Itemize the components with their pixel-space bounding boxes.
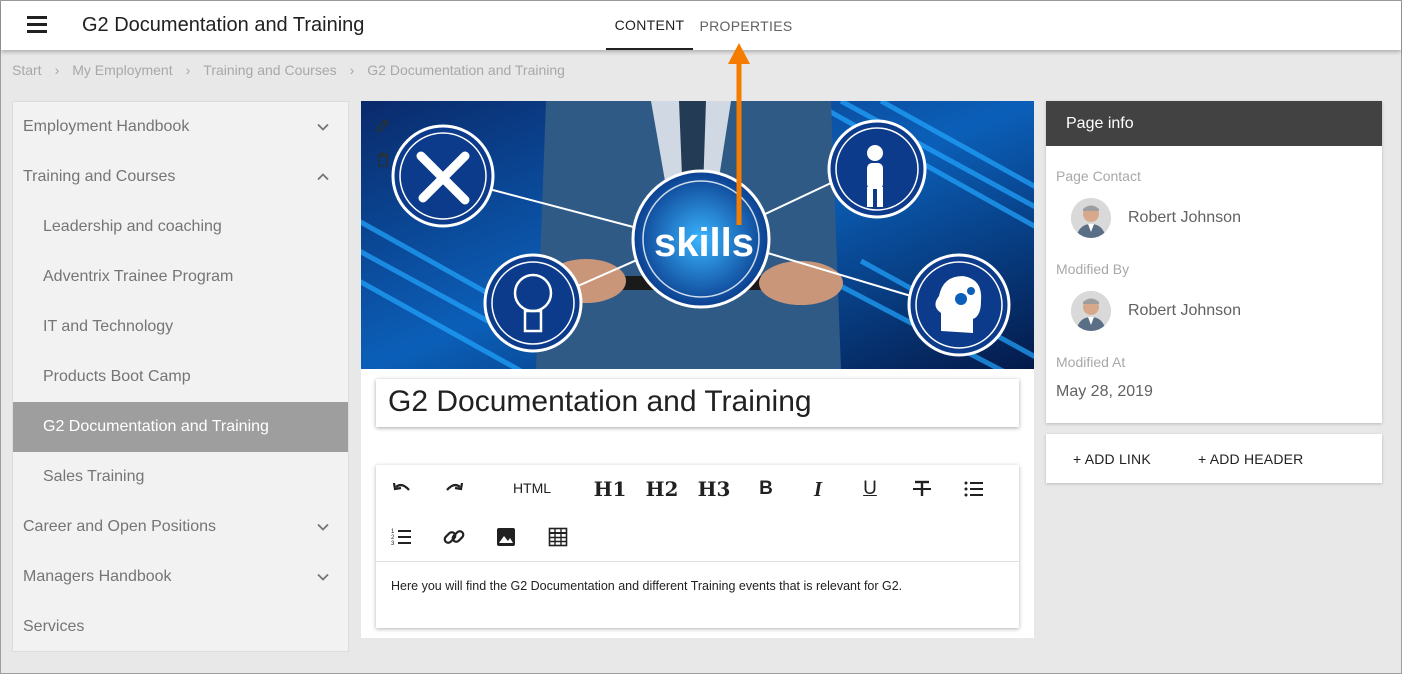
undo-button[interactable] <box>386 474 418 504</box>
heading3-button[interactable]: H3 <box>698 474 731 504</box>
breadcrumb: Start › My Employment › Training and Cou… <box>12 62 565 78</box>
annotation-arrow-icon <box>728 43 750 225</box>
modified-at-label: Modified At <box>1056 354 1126 370</box>
modified-at-value: May 28, 2019 <box>1056 383 1153 400</box>
bullet-list-button[interactable] <box>958 474 990 504</box>
sidebar-item-training-and-courses[interactable]: Training and Courses <box>13 152 348 202</box>
modified-by-name[interactable]: Robert Johnson <box>1128 302 1241 320</box>
page-contact-label: Page Contact <box>1056 168 1141 184</box>
breadcrumb-separator: › <box>54 62 60 78</box>
link-button[interactable] <box>438 522 470 552</box>
sidebar-item-label: Services <box>23 618 85 635</box>
bold-button[interactable]: B <box>750 474 782 504</box>
page-title-field[interactable]: G2 Documentation and Training <box>376 379 1019 427</box>
breadcrumb-item-current: G2 Documentation and Training <box>367 62 565 78</box>
breadcrumb-separator: › <box>185 62 191 78</box>
underline-button[interactable]: U <box>854 474 886 504</box>
edit-icon[interactable] <box>375 117 391 133</box>
sidebar-item-products-boot-camp[interactable]: Products Boot Camp <box>13 352 348 402</box>
avatar <box>1071 198 1111 238</box>
undo-icon <box>392 482 410 491</box>
redo-icon <box>446 482 464 491</box>
bullet-list-icon <box>964 481 983 497</box>
table-button[interactable] <box>542 522 574 552</box>
rich-text-editor: HTML H1 H2 H3 B I U 123 Here you will fi… <box>376 465 1019 628</box>
page-info-panel: Page info Page Contact Robert Johnson Mo… <box>1046 101 1382 423</box>
sidebar-item-label: Training and Courses <box>23 168 176 185</box>
person-photo-icon <box>1071 291 1111 331</box>
sidebar-item-sales-training[interactable]: Sales Training <box>13 452 348 502</box>
redo-button[interactable] <box>438 474 470 504</box>
sidebar-item-label: Managers Handbook <box>23 568 172 585</box>
sidebar-item-label: Career and Open Positions <box>23 518 216 535</box>
svg-text:3: 3 <box>391 541 395 547</box>
app-title: G2 Documentation and Training <box>82 14 365 36</box>
heading1-button[interactable]: H1 <box>594 474 627 504</box>
add-link-button[interactable]: + ADD LINK <box>1073 451 1151 467</box>
person-photo-icon <box>1071 198 1111 238</box>
avatar <box>1071 291 1111 331</box>
modified-by-label: Modified By <box>1056 261 1130 277</box>
sidebar-item-label: Leadership and coaching <box>43 218 222 235</box>
chevron-up-icon[interactable] <box>316 170 330 184</box>
sidebar-item-career-and-open-positions[interactable]: Career and Open Positions <box>13 502 348 552</box>
breadcrumb-separator: › <box>349 62 355 78</box>
breadcrumb-item-start[interactable]: Start <box>12 62 42 78</box>
sidebar-item-services[interactable]: Services <box>13 602 348 652</box>
sidebar-item-label: IT and Technology <box>43 318 174 335</box>
sidebar-item-employment-handbook[interactable]: Employment Handbook <box>13 102 348 152</box>
sidebar-item-leadership-and-coaching[interactable]: Leadership and coaching <box>13 202 348 252</box>
sidebar-item-label: Sales Training <box>43 468 145 485</box>
image-button[interactable] <box>490 522 522 552</box>
sidebar-item-g2-documentation-and-training[interactable]: G2 Documentation and Training <box>13 402 348 452</box>
chevron-down-icon[interactable] <box>316 570 330 584</box>
sidebar-item-label: Products Boot Camp <box>43 368 191 385</box>
heading2-button[interactable]: H2 <box>646 474 679 504</box>
banner-image: skills <box>361 101 1034 369</box>
breadcrumb-item-my-employment[interactable]: My Employment <box>72 62 172 78</box>
page-info-header: Page info <box>1046 101 1382 146</box>
image-icon <box>497 528 515 546</box>
chevron-down-icon[interactable] <box>316 520 330 534</box>
sidebar-item-label: G2 Documentation and Training <box>43 418 269 435</box>
table-icon <box>548 527 568 547</box>
numbered-list-button[interactable]: 123 <box>386 522 418 552</box>
strikethrough-button[interactable] <box>906 474 938 504</box>
numbered-list-icon: 123 <box>391 529 411 547</box>
sidebar-item-it-and-technology[interactable]: IT and Technology <box>13 302 348 352</box>
italic-button[interactable]: I <box>802 474 834 504</box>
html-button[interactable]: HTML <box>504 473 560 503</box>
breadcrumb-item-training-and-courses[interactable]: Training and Courses <box>203 62 336 78</box>
sidebar-nav: Employment Handbook Training and Courses… <box>12 101 349 652</box>
editor-body-text[interactable]: Here you will find the G2 Documentation … <box>391 579 902 593</box>
sidebar-item-adventrix-trainee-program[interactable]: Adventrix Trainee Program <box>13 252 348 302</box>
skills-banner-graphic: skills <box>361 101 1034 369</box>
sidebar-item-label: Adventrix Trainee Program <box>43 268 234 285</box>
sidebar-item-label: Employment Handbook <box>23 118 190 135</box>
main-content-card: skills G2 Documentation and Training HTM… <box>361 101 1034 638</box>
link-icon <box>443 530 465 544</box>
tab-content[interactable]: CONTENT <box>606 1 693 50</box>
top-app-bar: G2 Documentation and Training CONTENT PR… <box>1 1 1401 50</box>
delete-icon[interactable] <box>375 151 391 167</box>
page-contact-name[interactable]: Robert Johnson <box>1128 209 1241 227</box>
sidebar-item-managers-handbook[interactable]: Managers Handbook <box>13 552 348 602</box>
toolbar-divider <box>376 561 1019 562</box>
strikethrough-icon <box>913 480 931 496</box>
chevron-down-icon[interactable] <box>316 120 330 134</box>
links-panel: + ADD LINK + ADD HEADER <box>1046 434 1382 483</box>
page-title: G2 Documentation and Training <box>388 385 812 418</box>
add-header-button[interactable]: + ADD HEADER <box>1198 451 1304 467</box>
menu-icon[interactable] <box>27 16 47 34</box>
